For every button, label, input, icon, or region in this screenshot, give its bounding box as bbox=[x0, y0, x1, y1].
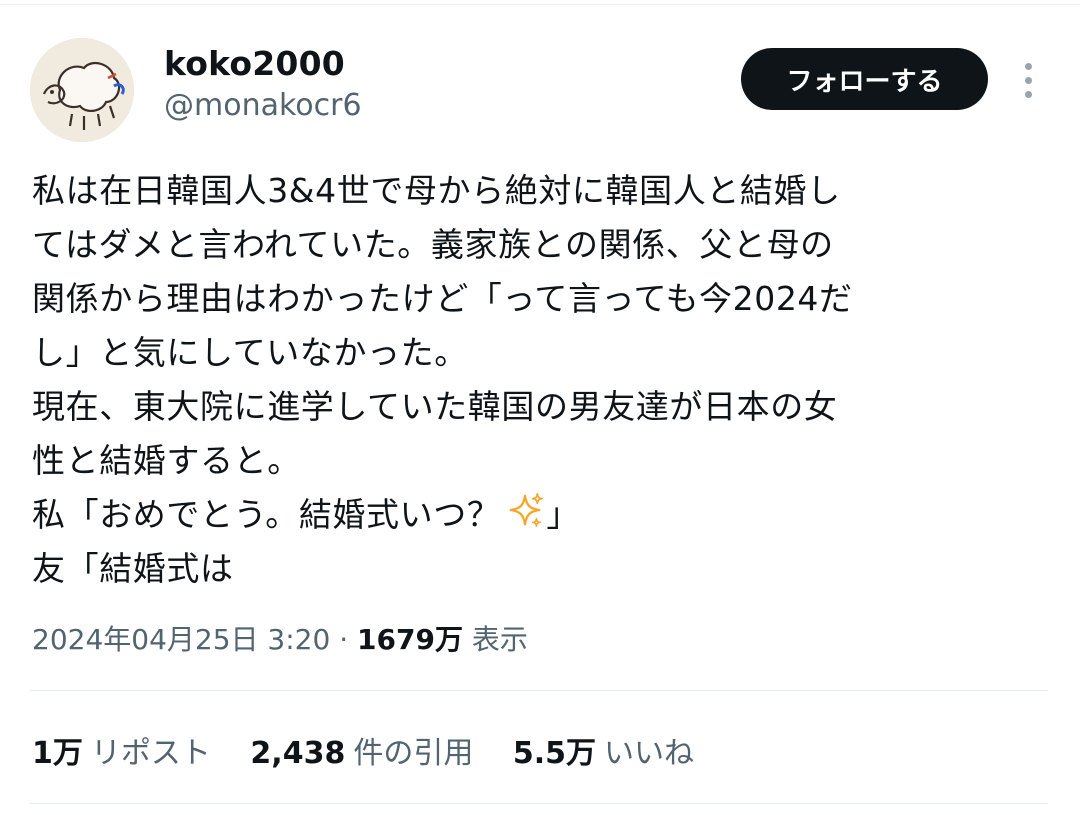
tweet-line: 友「結婚式は bbox=[32, 549, 234, 588]
meta-separator: · bbox=[339, 623, 349, 656]
quotes-stat[interactable]: 2,438 件の引用 bbox=[250, 728, 473, 772]
quotes-count: 2,438 bbox=[250, 736, 346, 771]
views-count: 1679万 bbox=[357, 623, 463, 656]
tweet-line: 現在、東大院に進学していた韓国の男友達が日本の女 bbox=[32, 387, 838, 426]
tweet-line-text: 」 bbox=[546, 495, 581, 534]
engagement-stats: 1万 リポスト 2,438 件の引用 5.5万 いいね bbox=[32, 728, 724, 772]
tweet-line: 関係から理由はわかったけど「って言っても今2024だ bbox=[32, 279, 853, 318]
tweet-line: 性と結婚すると。 bbox=[32, 441, 301, 480]
likes-count: 5.5万 bbox=[512, 736, 597, 771]
tweet-line: てはダメと言われていた。義家族との関係、父と母の bbox=[32, 225, 834, 264]
sparkles-icon bbox=[510, 493, 544, 527]
follow-button[interactable]: フォローする bbox=[741, 48, 988, 110]
tweet-meta: 2024年04月25日 3:20 · 1679万 表示 bbox=[32, 618, 528, 658]
tweet-line-text: 私「おめでとう。結婚式いつ？ bbox=[32, 495, 501, 534]
more-vertical-icon[interactable] bbox=[1016, 60, 1040, 100]
tweet-text: 私は在日韓国人3&4世で母から絶対に韓国人と結婚し てはダメと言われていた。義家… bbox=[32, 164, 1052, 596]
tweet-line: し」と気にしていなかった。 bbox=[32, 333, 468, 372]
quotes-label: 件の引用 bbox=[353, 736, 474, 771]
avatar[interactable] bbox=[30, 38, 134, 142]
tweet-line: 私「おめでとう。結婚式いつ？ 」 bbox=[32, 488, 1052, 542]
reposts-stat[interactable]: 1万 リポスト bbox=[32, 728, 211, 772]
views-label: 表示 bbox=[471, 623, 528, 656]
author-display-name[interactable]: koko2000 bbox=[164, 44, 345, 83]
top-divider bbox=[0, 4, 1080, 5]
likes-stat[interactable]: 5.5万 いいね bbox=[513, 728, 694, 772]
tweet-line: 私は在日韓国人3&4世で母から絶対に韓国人と結婚し bbox=[32, 171, 841, 210]
likes-label: いいね bbox=[604, 736, 695, 771]
reposts-label: リポスト bbox=[90, 736, 211, 771]
author-handle[interactable]: @monakocr6 bbox=[164, 88, 362, 123]
tweet-timestamp[interactable]: 2024年04月25日 3:20 bbox=[32, 623, 330, 656]
divider bbox=[30, 690, 1048, 691]
divider bbox=[30, 803, 1048, 804]
reposts-count: 1万 bbox=[32, 736, 83, 771]
avatar-drawing-icon bbox=[30, 38, 134, 142]
